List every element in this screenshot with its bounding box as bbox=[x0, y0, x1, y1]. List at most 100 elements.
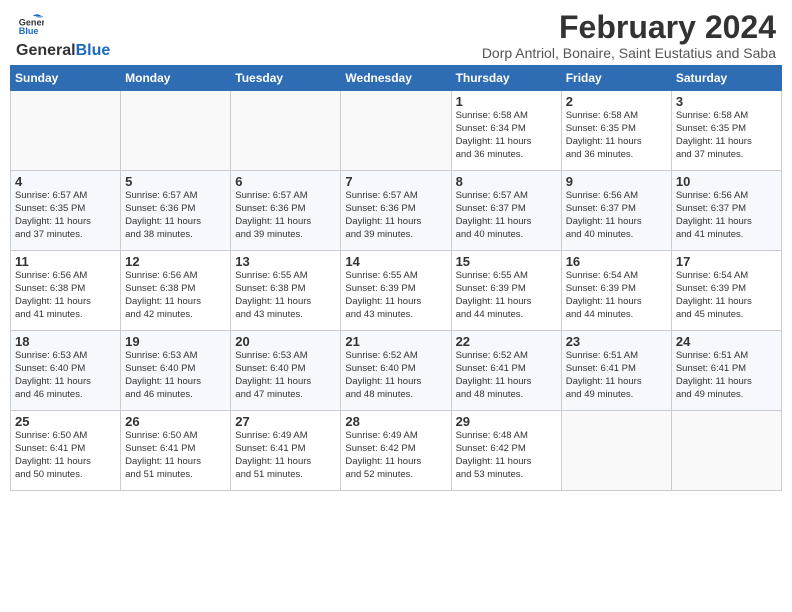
calendar-cell: 22Sunrise: 6:52 AMSunset: 6:41 PMDayligh… bbox=[451, 331, 561, 411]
day-number: 7 bbox=[345, 174, 446, 189]
calendar-cell: 11Sunrise: 6:56 AMSunset: 6:38 PMDayligh… bbox=[11, 251, 121, 331]
day-info: Sunrise: 6:57 AMSunset: 6:36 PMDaylight:… bbox=[125, 190, 226, 241]
day-info: Sunrise: 6:56 AMSunset: 6:38 PMDaylight:… bbox=[125, 270, 226, 321]
day-number: 1 bbox=[456, 94, 557, 109]
day-number: 15 bbox=[456, 254, 557, 269]
day-number: 27 bbox=[235, 414, 336, 429]
day-number: 8 bbox=[456, 174, 557, 189]
calendar-cell bbox=[121, 91, 231, 171]
day-number: 12 bbox=[125, 254, 226, 269]
day-info: Sunrise: 6:55 AMSunset: 6:39 PMDaylight:… bbox=[456, 270, 557, 321]
day-number: 16 bbox=[566, 254, 667, 269]
calendar-cell: 29Sunrise: 6:48 AMSunset: 6:42 PMDayligh… bbox=[451, 411, 561, 491]
calendar-cell: 15Sunrise: 6:55 AMSunset: 6:39 PMDayligh… bbox=[451, 251, 561, 331]
day-number: 23 bbox=[566, 334, 667, 349]
calendar-week-row: 4Sunrise: 6:57 AMSunset: 6:35 PMDaylight… bbox=[11, 171, 782, 251]
calendar-cell: 14Sunrise: 6:55 AMSunset: 6:39 PMDayligh… bbox=[341, 251, 451, 331]
day-info: Sunrise: 6:57 AMSunset: 6:36 PMDaylight:… bbox=[235, 190, 336, 241]
day-number: 17 bbox=[676, 254, 777, 269]
calendar-cell bbox=[671, 411, 781, 491]
calendar-cell: 12Sunrise: 6:56 AMSunset: 6:38 PMDayligh… bbox=[121, 251, 231, 331]
day-number: 6 bbox=[235, 174, 336, 189]
calendar-cell bbox=[341, 91, 451, 171]
calendar-cell: 25Sunrise: 6:50 AMSunset: 6:41 PMDayligh… bbox=[11, 411, 121, 491]
calendar-cell: 7Sunrise: 6:57 AMSunset: 6:36 PMDaylight… bbox=[341, 171, 451, 251]
day-number: 2 bbox=[566, 94, 667, 109]
calendar-cell: 21Sunrise: 6:52 AMSunset: 6:40 PMDayligh… bbox=[341, 331, 451, 411]
logo: General Blue General Blue bbox=[16, 10, 110, 60]
day-number: 13 bbox=[235, 254, 336, 269]
calendar-cell: 4Sunrise: 6:57 AMSunset: 6:35 PMDaylight… bbox=[11, 171, 121, 251]
weekday-header-friday: Friday bbox=[561, 66, 671, 91]
day-info: Sunrise: 6:56 AMSunset: 6:38 PMDaylight:… bbox=[15, 270, 116, 321]
logo-icon: General Blue bbox=[16, 10, 44, 38]
day-info: Sunrise: 6:52 AMSunset: 6:40 PMDaylight:… bbox=[345, 350, 446, 401]
calendar-cell: 6Sunrise: 6:57 AMSunset: 6:36 PMDaylight… bbox=[231, 171, 341, 251]
calendar-cell: 10Sunrise: 6:56 AMSunset: 6:37 PMDayligh… bbox=[671, 171, 781, 251]
title-block: February 2024 Dorp Antriol, Bonaire, Sai… bbox=[482, 10, 776, 61]
day-number: 3 bbox=[676, 94, 777, 109]
day-number: 4 bbox=[15, 174, 116, 189]
calendar-cell: 26Sunrise: 6:50 AMSunset: 6:41 PMDayligh… bbox=[121, 411, 231, 491]
calendar-table: SundayMondayTuesdayWednesdayThursdayFrid… bbox=[10, 65, 782, 491]
day-info: Sunrise: 6:49 AMSunset: 6:41 PMDaylight:… bbox=[235, 430, 336, 481]
calendar-cell: 24Sunrise: 6:51 AMSunset: 6:41 PMDayligh… bbox=[671, 331, 781, 411]
weekday-header-thursday: Thursday bbox=[451, 66, 561, 91]
calendar-cell: 20Sunrise: 6:53 AMSunset: 6:40 PMDayligh… bbox=[231, 331, 341, 411]
day-info: Sunrise: 6:56 AMSunset: 6:37 PMDaylight:… bbox=[566, 190, 667, 241]
calendar-cell: 19Sunrise: 6:53 AMSunset: 6:40 PMDayligh… bbox=[121, 331, 231, 411]
day-info: Sunrise: 6:57 AMSunset: 6:37 PMDaylight:… bbox=[456, 190, 557, 241]
calendar-week-row: 1Sunrise: 6:58 AMSunset: 6:34 PMDaylight… bbox=[11, 91, 782, 171]
calendar-cell: 1Sunrise: 6:58 AMSunset: 6:34 PMDaylight… bbox=[451, 91, 561, 171]
day-info: Sunrise: 6:50 AMSunset: 6:41 PMDaylight:… bbox=[15, 430, 116, 481]
calendar-cell: 8Sunrise: 6:57 AMSunset: 6:37 PMDaylight… bbox=[451, 171, 561, 251]
day-info: Sunrise: 6:57 AMSunset: 6:35 PMDaylight:… bbox=[15, 190, 116, 241]
day-number: 29 bbox=[456, 414, 557, 429]
calendar-cell: 16Sunrise: 6:54 AMSunset: 6:39 PMDayligh… bbox=[561, 251, 671, 331]
day-info: Sunrise: 6:57 AMSunset: 6:36 PMDaylight:… bbox=[345, 190, 446, 241]
svg-text:Blue: Blue bbox=[19, 26, 39, 36]
day-info: Sunrise: 6:55 AMSunset: 6:39 PMDaylight:… bbox=[345, 270, 446, 321]
day-number: 5 bbox=[125, 174, 226, 189]
calendar-week-row: 25Sunrise: 6:50 AMSunset: 6:41 PMDayligh… bbox=[11, 411, 782, 491]
day-info: Sunrise: 6:53 AMSunset: 6:40 PMDaylight:… bbox=[15, 350, 116, 401]
calendar-cell: 9Sunrise: 6:56 AMSunset: 6:37 PMDaylight… bbox=[561, 171, 671, 251]
day-info: Sunrise: 6:56 AMSunset: 6:37 PMDaylight:… bbox=[676, 190, 777, 241]
weekday-header-monday: Monday bbox=[121, 66, 231, 91]
page-header: General Blue General Blue February 2024 … bbox=[0, 0, 792, 65]
day-number: 9 bbox=[566, 174, 667, 189]
weekday-header-row: SundayMondayTuesdayWednesdayThursdayFrid… bbox=[11, 66, 782, 91]
weekday-header-sunday: Sunday bbox=[11, 66, 121, 91]
calendar-cell: 28Sunrise: 6:49 AMSunset: 6:42 PMDayligh… bbox=[341, 411, 451, 491]
day-info: Sunrise: 6:53 AMSunset: 6:40 PMDaylight:… bbox=[125, 350, 226, 401]
calendar-week-row: 18Sunrise: 6:53 AMSunset: 6:40 PMDayligh… bbox=[11, 331, 782, 411]
day-info: Sunrise: 6:58 AMSunset: 6:35 PMDaylight:… bbox=[566, 110, 667, 161]
day-info: Sunrise: 6:48 AMSunset: 6:42 PMDaylight:… bbox=[456, 430, 557, 481]
calendar-week-row: 11Sunrise: 6:56 AMSunset: 6:38 PMDayligh… bbox=[11, 251, 782, 331]
day-info: Sunrise: 6:49 AMSunset: 6:42 PMDaylight:… bbox=[345, 430, 446, 481]
calendar-cell bbox=[11, 91, 121, 171]
calendar-cell: 2Sunrise: 6:58 AMSunset: 6:35 PMDaylight… bbox=[561, 91, 671, 171]
calendar-cell bbox=[561, 411, 671, 491]
day-number: 20 bbox=[235, 334, 336, 349]
day-info: Sunrise: 6:50 AMSunset: 6:41 PMDaylight:… bbox=[125, 430, 226, 481]
day-number: 19 bbox=[125, 334, 226, 349]
logo-blue-text: Blue bbox=[76, 42, 111, 60]
calendar: SundayMondayTuesdayWednesdayThursdayFrid… bbox=[0, 65, 792, 495]
weekday-header-tuesday: Tuesday bbox=[231, 66, 341, 91]
day-number: 22 bbox=[456, 334, 557, 349]
calendar-cell: 17Sunrise: 6:54 AMSunset: 6:39 PMDayligh… bbox=[671, 251, 781, 331]
day-number: 10 bbox=[676, 174, 777, 189]
calendar-cell: 18Sunrise: 6:53 AMSunset: 6:40 PMDayligh… bbox=[11, 331, 121, 411]
day-info: Sunrise: 6:54 AMSunset: 6:39 PMDaylight:… bbox=[566, 270, 667, 321]
day-number: 21 bbox=[345, 334, 446, 349]
weekday-header-saturday: Saturday bbox=[671, 66, 781, 91]
day-number: 11 bbox=[15, 254, 116, 269]
calendar-cell bbox=[231, 91, 341, 171]
day-number: 14 bbox=[345, 254, 446, 269]
day-info: Sunrise: 6:55 AMSunset: 6:38 PMDaylight:… bbox=[235, 270, 336, 321]
day-number: 28 bbox=[345, 414, 446, 429]
calendar-cell: 3Sunrise: 6:58 AMSunset: 6:35 PMDaylight… bbox=[671, 91, 781, 171]
day-info: Sunrise: 6:51 AMSunset: 6:41 PMDaylight:… bbox=[676, 350, 777, 401]
logo-general-text: General bbox=[16, 42, 76, 60]
